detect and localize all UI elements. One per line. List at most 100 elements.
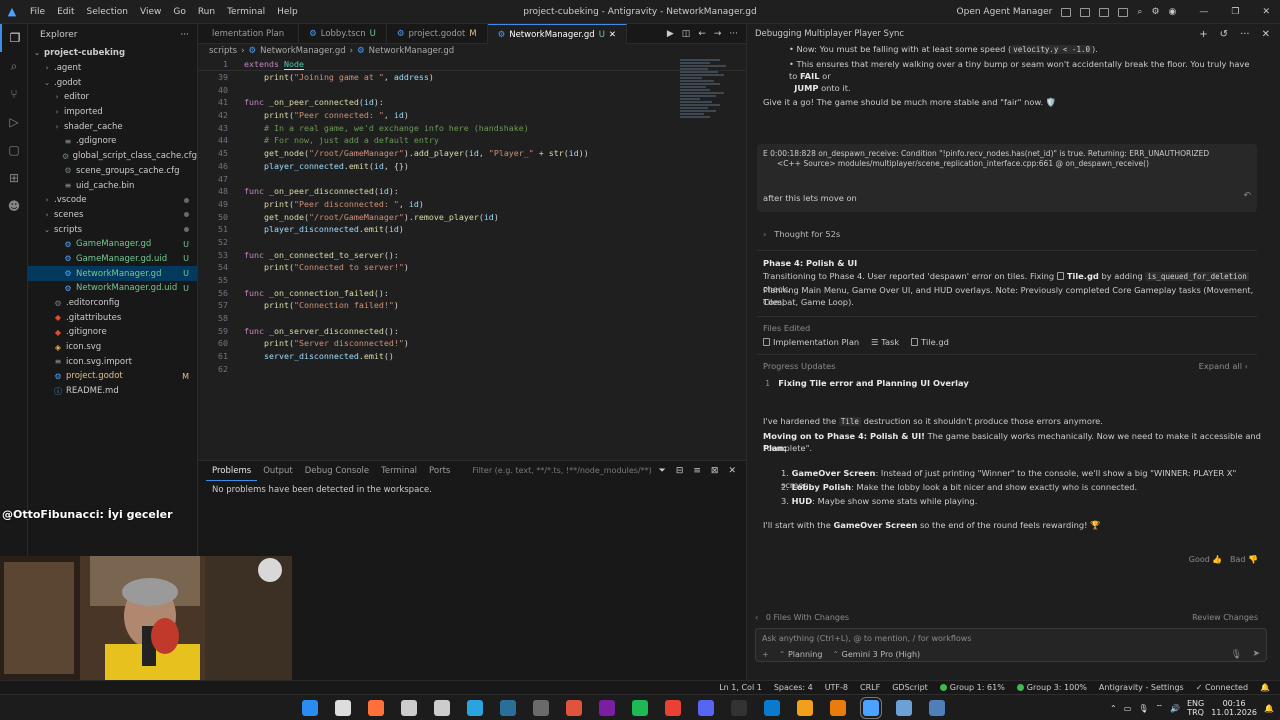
minimize-icon[interactable]: — <box>1199 7 1208 17</box>
tree-item[interactable]: ⚙ project.godot M <box>28 369 197 384</box>
collapse-all-icon[interactable]: ⊟ <box>676 466 684 476</box>
tree-item[interactable]: ⚙ NetworkManager.gd.uid U <box>28 281 197 296</box>
notifications-icon[interactable]: 🔔 <box>1264 704 1274 713</box>
clock-app-icon[interactable] <box>335 700 351 716</box>
breadcrumb-file[interactable]: NetworkManager.gd <box>260 46 345 56</box>
app-icon[interactable] <box>434 700 450 716</box>
mode-selector[interactable]: ⌃ Planning <box>779 649 823 661</box>
menu-view[interactable]: View <box>134 0 167 24</box>
edited-file-implementation-plan[interactable]: Implementation Plan <box>763 336 859 348</box>
bad-feedback-button[interactable]: Bad 👎 <box>1230 555 1258 564</box>
tree-item[interactable]: ⚙ global_script_class_cache.cfg <box>28 149 197 164</box>
steam-icon[interactable] <box>500 700 516 716</box>
menu-terminal[interactable]: Terminal <box>221 0 271 24</box>
tree-item[interactable]: ≡ .gdignore <box>28 134 197 149</box>
tree-item[interactable]: ⓘ README.md <box>28 384 197 399</box>
tree-item[interactable]: › .vscode <box>28 193 197 208</box>
language-indicator[interactable]: ENG TRQ <box>1187 699 1204 717</box>
settings-gear-icon[interactable]: ⚙ <box>1151 7 1159 17</box>
back-icon[interactable]: ← <box>698 29 706 39</box>
tree-item[interactable]: ⚙ scene_groups_cache.cfg <box>28 164 197 179</box>
toggle-secondary-sidebar-icon[interactable] <box>1118 7 1129 17</box>
tree-item[interactable]: ⚙ NetworkManager.gd U <box>28 266 197 281</box>
tree-item[interactable]: ≡ icon.svg.import <box>28 354 197 369</box>
panel-tab-debug-console[interactable]: Debug Console <box>299 461 375 481</box>
editor-tab[interactable]: ⚙ project.godot M <box>387 24 488 44</box>
close-agent-icon[interactable]: ✕ <box>1262 29 1270 40</box>
breadcrumb-folder[interactable]: scripts <box>209 46 237 56</box>
status-item[interactable]: ✓ Connected <box>1196 683 1248 692</box>
filter-icon[interactable]: ⏷ <box>659 466 666 476</box>
discord-icon[interactable] <box>698 700 714 716</box>
battery-icon[interactable]: ▭ <box>1124 704 1132 713</box>
tree-item[interactable]: ◆ .gitattributes <box>28 310 197 325</box>
history-icon[interactable]: ↺ <box>1220 29 1228 40</box>
tree-item[interactable]: ⌄ project-cubeking <box>28 46 197 61</box>
edited-file-tile[interactable]: Tile.gd <box>911 336 949 348</box>
account-icon[interactable]: ◉ <box>1169 7 1177 17</box>
extensions-icon[interactable]: ⊞ <box>0 164 28 192</box>
explorer-icon[interactable]: ❐ <box>0 24 28 52</box>
chat-input-box[interactable]: Ask anything (Ctrl+L), @ to mention, / f… <box>755 628 1267 662</box>
tree-item[interactable]: ⌄ scripts <box>28 222 197 237</box>
source-control-icon[interactable]: ⑂ <box>0 80 28 108</box>
status-item[interactable]: GDScript <box>892 683 928 692</box>
forward-icon[interactable]: → <box>714 29 722 39</box>
split-editor-icon[interactable]: ◫ <box>682 29 691 39</box>
good-feedback-button[interactable]: Good 👍 <box>1189 555 1223 564</box>
notifications-bell-icon[interactable]: 🔔 <box>1260 683 1270 692</box>
app-icon[interactable] <box>599 700 615 716</box>
volume-icon[interactable]: 🔊 <box>1170 704 1180 713</box>
tree-item[interactable]: › editor <box>28 90 197 105</box>
tree-item[interactable]: ≡ uid_cache.bin <box>28 178 197 193</box>
status-item[interactable]: Spaces: 4 <box>774 683 813 692</box>
menu-selection[interactable]: Selection <box>81 0 134 24</box>
antigravity-icon[interactable] <box>860 697 882 719</box>
status-item[interactable]: Group 1: 61% <box>939 683 1005 692</box>
more-icon[interactable]: ··· <box>729 29 738 39</box>
edited-file-task[interactable]: ☰ Task <box>871 336 899 348</box>
problems-filter-input[interactable]: Filter (e.g. text, **/*.ts, !**/node_mod… <box>468 464 658 478</box>
panel-tab-ports[interactable]: Ports <box>423 461 456 481</box>
open-agent-manager-button[interactable]: Open Agent Manager <box>957 7 1053 17</box>
spotify-icon[interactable] <box>632 700 648 716</box>
microphone-icon[interactable]: 🎙 <box>1231 649 1242 661</box>
status-item[interactable]: UTF-8 <box>825 683 848 692</box>
tree-item[interactable]: ⌄ .godot <box>28 75 197 90</box>
app-icon[interactable] <box>797 700 813 716</box>
app-icon[interactable] <box>929 700 945 716</box>
chrome-icon[interactable] <box>665 700 681 716</box>
panel-tab-problems[interactable]: Problems <box>206 461 258 481</box>
editor-tab[interactable]: ⚙ Lobby.tscn U <box>299 24 387 44</box>
tree-item[interactable]: › shader_cache <box>28 119 197 134</box>
windows-start-icon[interactable] <box>302 700 318 716</box>
app-icon[interactable] <box>533 700 549 716</box>
editor-tab[interactable]: ⚙ NetworkManager.gd U ✕ <box>487 24 628 44</box>
search-icon[interactable]: ⌕ <box>1137 7 1142 17</box>
toggle-sidebar-icon[interactable] <box>1080 7 1091 17</box>
tray-chevron-icon[interactable]: ⌃ <box>1110 704 1117 713</box>
run-debug-icon[interactable]: ▷ <box>0 108 28 136</box>
tree-item[interactable]: › imported <box>28 105 197 120</box>
remote-explorer-icon[interactable]: ▢ <box>0 136 28 164</box>
terminal-icon[interactable] <box>731 700 747 716</box>
status-item[interactable]: Antigravity - Settings <box>1099 683 1184 692</box>
more-icon[interactable]: ··· <box>1240 29 1250 40</box>
firefox-icon[interactable] <box>368 700 384 716</box>
send-icon[interactable]: ➤ <box>1252 648 1260 660</box>
menu-go[interactable]: Go <box>167 0 191 24</box>
menu-run[interactable]: Run <box>192 0 221 24</box>
tree-item[interactable]: ◆ .gitignore <box>28 325 197 340</box>
menu-edit[interactable]: Edit <box>51 0 80 24</box>
mic-icon[interactable]: 🎙 <box>1138 704 1148 713</box>
more-icon[interactable]: ≡ <box>693 466 701 476</box>
thought-toggle[interactable]: › Thought for 52s <box>763 228 840 240</box>
files-with-changes[interactable]: ‹ 0 Files With Changes <box>755 612 849 624</box>
search-view-icon[interactable]: ⌕ <box>0 52 28 80</box>
network-icon[interactable]: ⌔ <box>1155 703 1163 713</box>
add-context-icon[interactable]: + <box>762 649 769 661</box>
tree-item[interactable]: ⚙ .editorconfig <box>28 296 197 311</box>
more-actions-icon[interactable]: ··· <box>180 30 189 40</box>
tree-item[interactable]: ⚙ GameManager.gd U <box>28 237 197 252</box>
tree-item[interactable]: › scenes <box>28 208 197 223</box>
